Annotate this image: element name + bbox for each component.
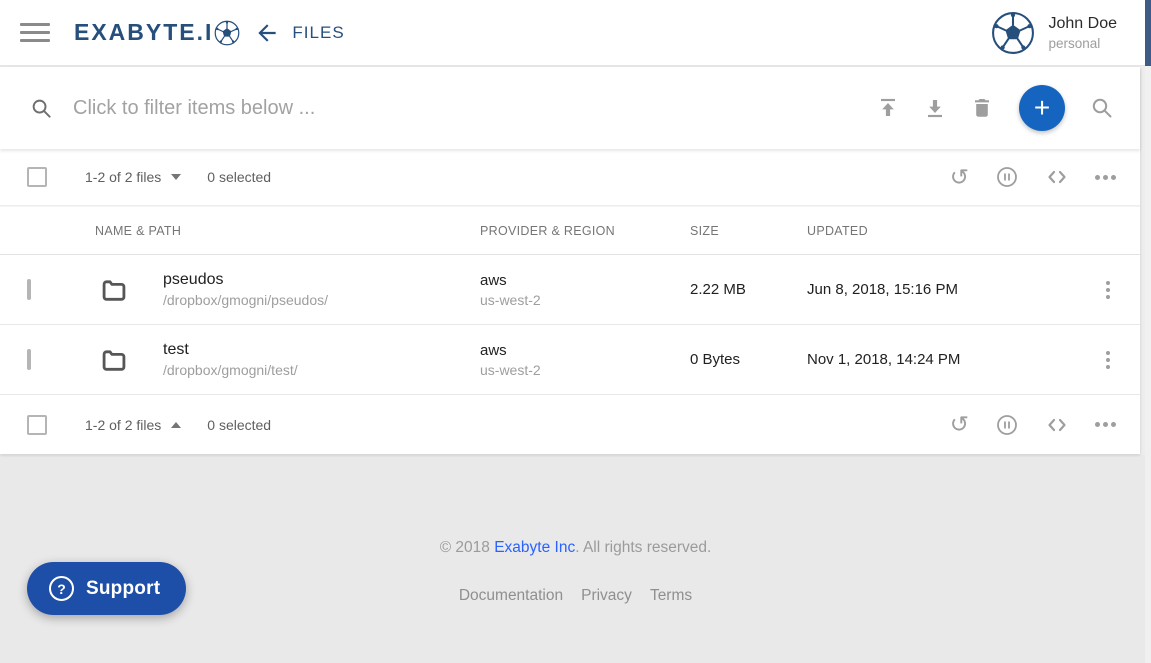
back-arrow-icon[interactable] [254, 20, 280, 46]
search-icon [30, 97, 53, 120]
account-type: personal [1049, 36, 1118, 51]
file-path: /dropbox/gmogni/test/ [163, 362, 298, 378]
refresh-icon[interactable]: ↺ [950, 413, 969, 436]
support-label: Support [86, 578, 160, 600]
file-size: 0 Bytes [690, 351, 807, 368]
support-button[interactable]: ? Support [27, 562, 186, 615]
caret-up-icon [171, 422, 181, 428]
files-page: EXABYTE.I FILES John Doe personal + [0, 0, 1151, 663]
file-path: /dropbox/gmogni/pseudos/ [163, 292, 328, 308]
filter-actions: + [876, 85, 1114, 131]
table-row[interactable]: test /dropbox/gmogni/test/ aws us-west-2… [0, 325, 1140, 395]
toolbar-actions: ↺ [950, 165, 1116, 189]
caret-down-icon [171, 174, 181, 180]
footer-link[interactable]: Privacy [581, 587, 632, 605]
delete-icon[interactable] [970, 96, 994, 120]
code-icon[interactable] [1045, 413, 1069, 437]
advanced-search-icon[interactable] [1090, 96, 1114, 120]
more-options-icon[interactable] [1095, 175, 1116, 180]
page-title: FILES [292, 23, 344, 43]
pagination-dropdown-bottom[interactable]: 1-2 of 2 files [85, 417, 181, 433]
column-header-size: SIZE [690, 224, 807, 238]
upload-icon[interactable] [876, 96, 900, 120]
table-toolbar-top: 1-2 of 2 files 0 selected ↺ [0, 149, 1140, 206]
question-mark-icon: ? [49, 576, 74, 601]
row-checkbox[interactable] [27, 349, 31, 370]
toolbar-actions-bottom: ↺ [950, 413, 1116, 437]
select-all-checkbox-bottom[interactable] [27, 415, 47, 435]
scrollbar [1145, 0, 1151, 663]
range-label: 1-2 of 2 files [85, 417, 161, 433]
pagination-dropdown[interactable]: 1-2 of 2 files [85, 169, 181, 185]
file-name: test [163, 341, 298, 359]
more-options-icon[interactable] [1095, 422, 1116, 427]
column-header-provider-region: PROVIDER & REGION [480, 224, 690, 238]
column-header-updated: UPDATED [807, 224, 1076, 238]
exabyte-logo[interactable]: EXABYTE.I [74, 19, 240, 46]
download-icon[interactable] [923, 96, 947, 120]
folder-icon [100, 276, 128, 304]
plus-icon: + [1034, 94, 1050, 122]
add-button[interactable]: + [1019, 85, 1065, 131]
range-label: 1-2 of 2 files [85, 169, 161, 185]
app-bar: EXABYTE.I FILES John Doe personal [0, 0, 1151, 66]
region: us-west-2 [480, 292, 690, 308]
copyright-suffix: . All rights reserved. [575, 539, 711, 556]
file-updated: Nov 1, 2018, 14:24 PM [807, 351, 1076, 368]
filter-input[interactable] [73, 97, 876, 120]
table-body: pseudos /dropbox/gmogni/pseudos/ aws us-… [0, 255, 1140, 395]
file-updated: Jun 8, 2018, 15:16 PM [807, 281, 1076, 298]
selected-count-bottom: 0 selected [207, 417, 271, 433]
row-menu-kebab-icon[interactable] [1102, 277, 1114, 303]
pause-icon[interactable] [995, 413, 1019, 437]
scrollbar-thumb[interactable] [1145, 0, 1151, 66]
row-menu-kebab-icon[interactable] [1102, 347, 1114, 373]
table-toolbar-bottom: 1-2 of 2 files 0 selected ↺ [0, 395, 1140, 454]
refresh-icon[interactable]: ↺ [950, 166, 969, 189]
table-header-row: NAME & PATH PROVIDER & REGION SIZE UPDAT… [0, 206, 1140, 255]
logo-soccer-ball-icon [214, 20, 240, 46]
selected-count: 0 selected [207, 169, 271, 185]
pause-icon[interactable] [995, 165, 1019, 189]
files-panel: + 1-2 of 2 files 0 selected ↺ NAME & [0, 67, 1140, 454]
provider: aws [480, 272, 690, 289]
file-size: 2.22 MB [690, 281, 807, 298]
row-checkbox[interactable] [27, 279, 31, 300]
copyright-text: © 2018 Exabyte Inc. All rights reserved. [0, 455, 1151, 557]
select-all-checkbox[interactable] [27, 167, 47, 187]
code-icon[interactable] [1045, 165, 1069, 189]
file-name: pseudos [163, 271, 328, 289]
footer: © 2018 Exabyte Inc. All rights reserved.… [0, 455, 1151, 663]
footer-link[interactable]: Documentation [459, 587, 563, 605]
company-link[interactable]: Exabyte Inc [494, 539, 575, 556]
filter-bar: + [0, 67, 1140, 149]
column-header-name-path: NAME & PATH [70, 224, 480, 238]
avatar [991, 11, 1035, 55]
folder-icon [100, 346, 128, 374]
region: us-west-2 [480, 362, 690, 378]
copyright-prefix: © 2018 [440, 539, 495, 556]
logo-text: EXABYTE.I [74, 19, 213, 46]
user-name: John Doe [1049, 15, 1118, 33]
menu-icon[interactable] [20, 23, 50, 42]
user-menu[interactable]: John Doe personal [991, 11, 1118, 55]
footer-link[interactable]: Terms [650, 587, 692, 605]
table-row[interactable]: pseudos /dropbox/gmogni/pseudos/ aws us-… [0, 255, 1140, 325]
provider: aws [480, 342, 690, 359]
